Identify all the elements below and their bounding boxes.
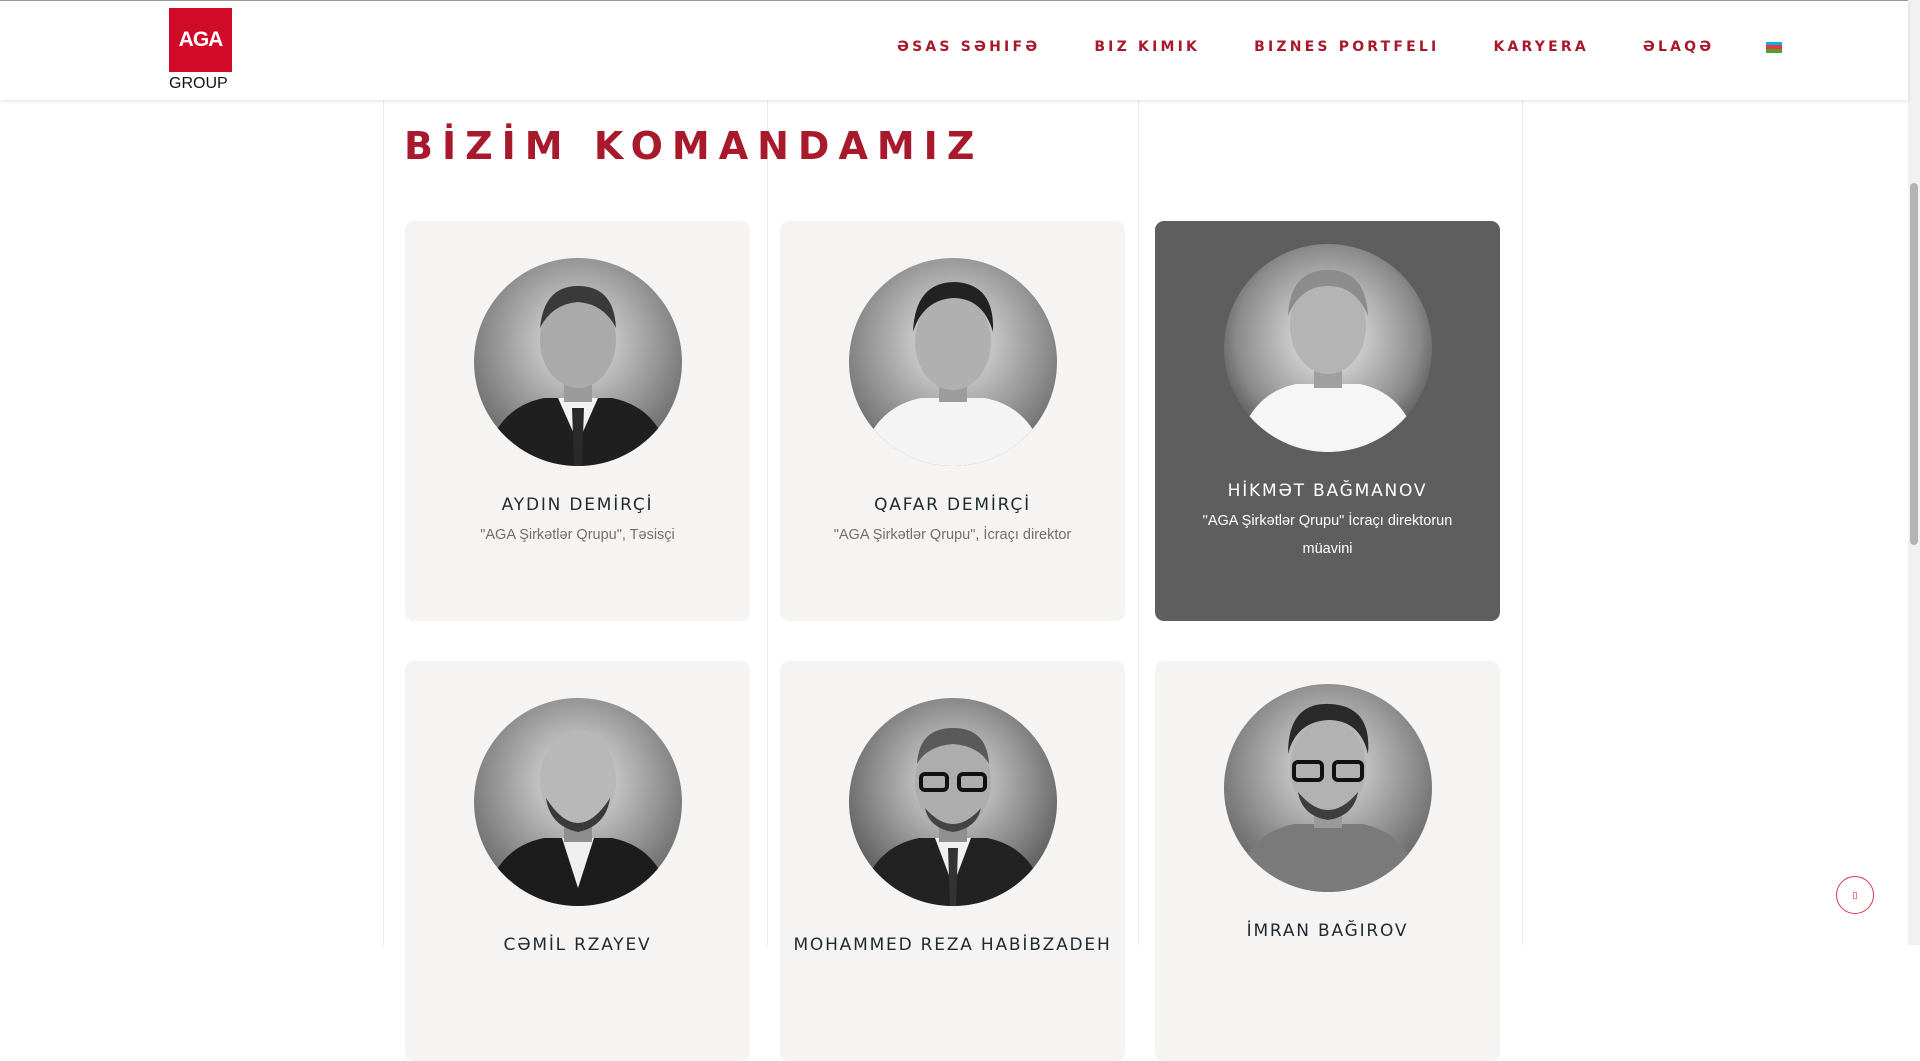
member-photo [848,258,1057,466]
member-name: İMRAN BAĞIROV [1246,921,1409,941]
main-nav: əsas səhifə Biz kimik Biznes Portfeli Ka… [897,39,1783,55]
member-role: "AGA Şirkətlər Qrupu", İcraçı direktor [833,527,1072,543]
member-name: HİKMƏT BAĞMANOV [1227,481,1428,501]
grid-guide-line [1522,100,1523,945]
member-name: MOHAMMED REZA HABİBZADEH [793,935,1112,955]
grid-guide-line [767,100,768,945]
team-member-card[interactable]: İMRAN BAĞIROV [1155,661,1500,1061]
team-member-card[interactable]: AYDIN DEMİRÇİ "AGA Şirkətlər Qrupu", Təs… [405,221,750,621]
grid-guide-line [1138,100,1139,945]
nav-about[interactable]: Biz kimik [1094,39,1200,55]
nav-contact[interactable]: Əlaqə [1643,39,1714,55]
member-photo [848,698,1057,906]
azerbaijan-flag-icon[interactable] [1766,41,1783,53]
nav-home[interactable]: əsas səhifə [897,39,1040,55]
grid-guide-line [383,100,384,945]
member-photo [473,258,682,466]
member-role: "AGA Şirkətlər Qrupu", Təsisçi [480,527,675,543]
member-photo [473,698,682,906]
team-member-card[interactable]: CƏMİL RZAYEV [405,661,750,1061]
arrow-up-icon: ▯ [1852,889,1858,900]
scrollbar-thumb[interactable] [1910,183,1918,545]
logo-subtitle: GROUP [169,75,228,92]
team-member-card[interactable]: MOHAMMED REZA HABİBZADEH [780,661,1125,1061]
team-member-card[interactable]: HİKMƏT BAĞMANOV "AGA Şirkətlər Qrupu" İc… [1155,221,1500,621]
member-name: CƏMİL RZAYEV [503,935,652,955]
logo-mark: AGA [169,8,232,72]
site-header: AGA GROUP əsas səhifə Biz kimik Biznes P… [0,1,1908,100]
member-name: AYDIN DEMİRÇİ [501,495,654,515]
page-title: BİZİM KOMANDAMIZ [404,124,984,168]
team-member-card[interactable]: QAFAR DEMİRÇİ "AGA Şirkətlər Qrupu", İcr… [780,221,1125,621]
scroll-to-top-button[interactable]: ▯ [1836,876,1874,914]
member-photo [1223,684,1432,892]
member-role: "AGA Şirkətlər Qrupu" İcraçı direktorun … [1202,513,1453,557]
nav-career[interactable]: Karyera [1493,39,1588,55]
aga-group-logo[interactable]: AGA GROUP [169,8,233,94]
member-photo [1223,244,1432,452]
member-name: QAFAR DEMİRÇİ [874,495,1031,515]
nav-portfolio[interactable]: Biznes Portfeli [1254,39,1439,55]
